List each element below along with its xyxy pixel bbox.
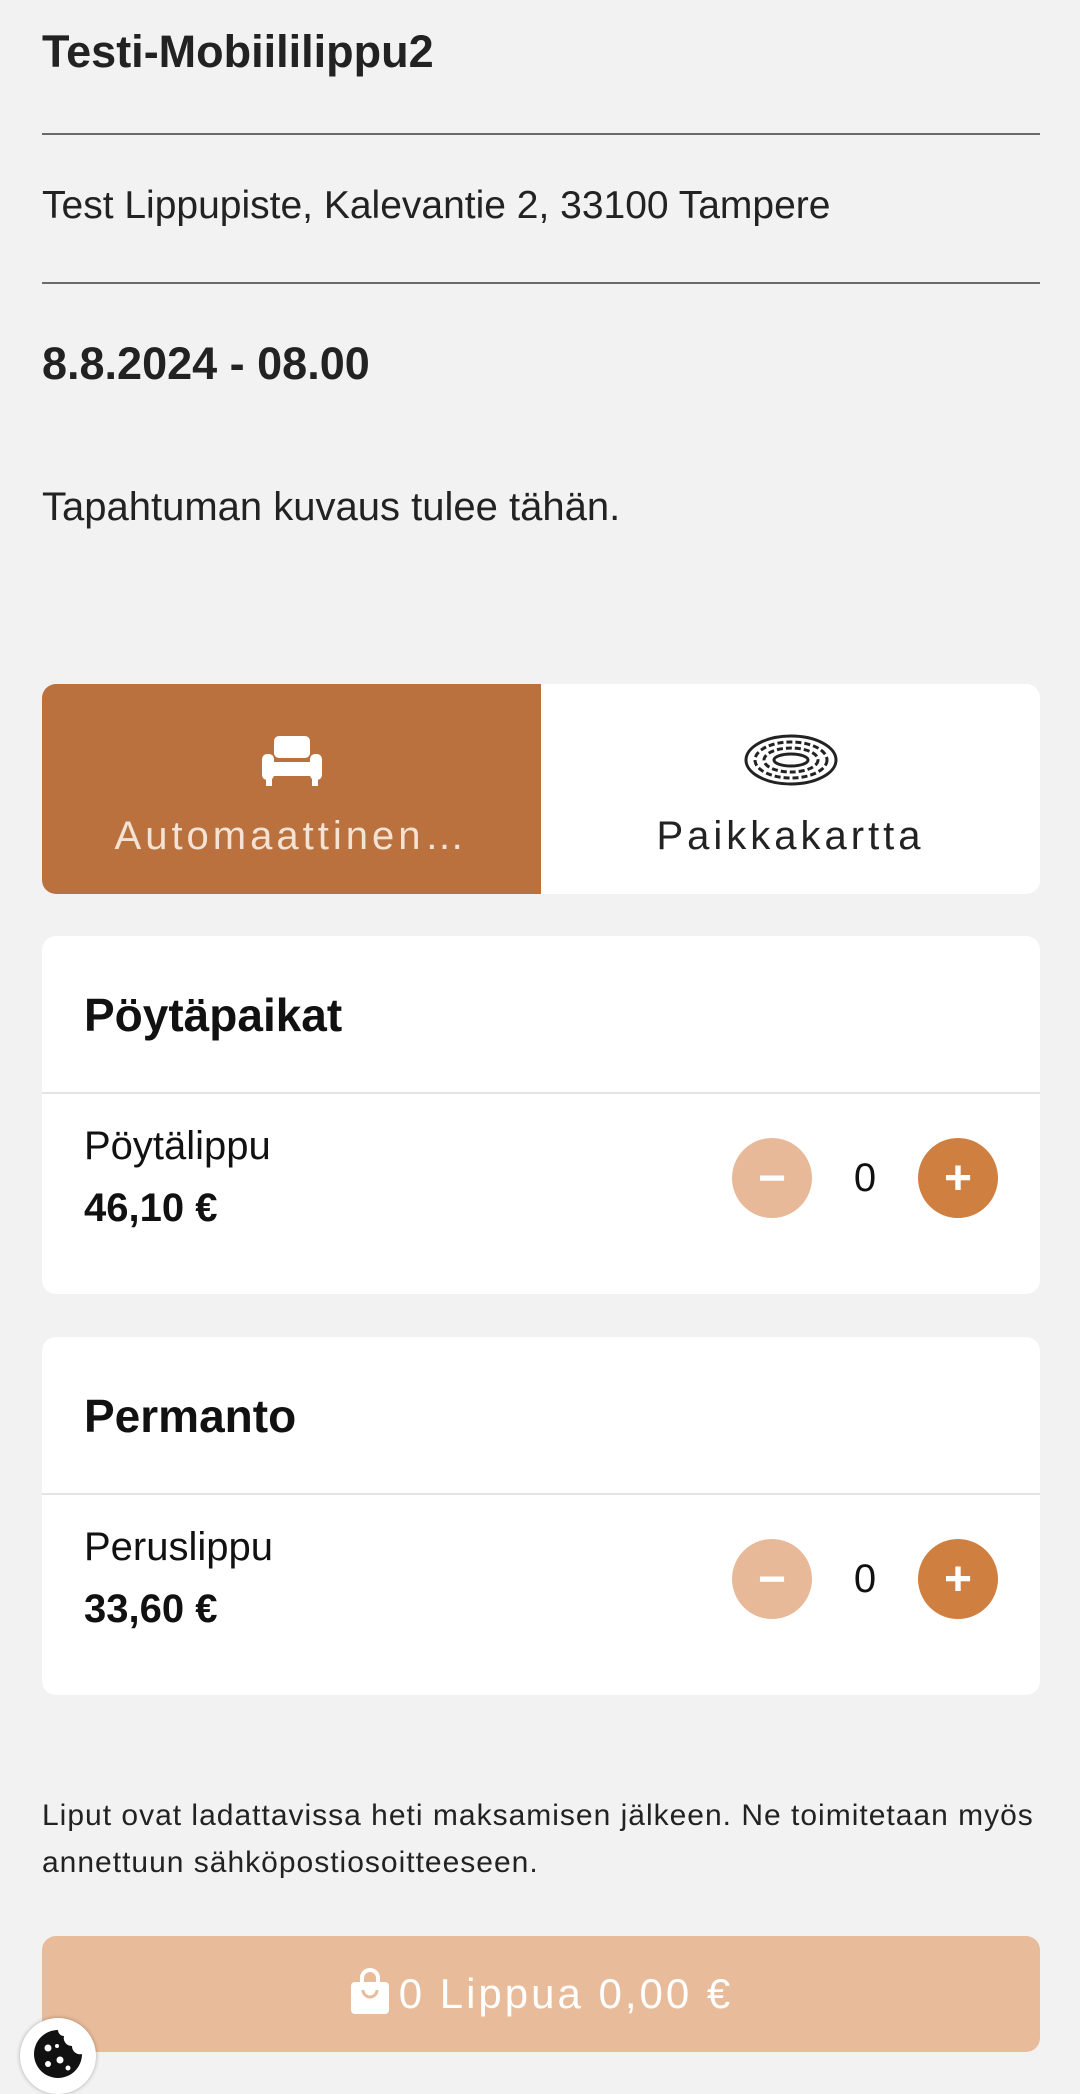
quantity-stepper: − 0 + bbox=[732, 1539, 998, 1619]
decrease-button[interactable]: − bbox=[732, 1539, 812, 1619]
event-venue: Test Lippupiste, Kalevantie 2, 33100 Tam… bbox=[42, 184, 831, 227]
ticket-row: Peruslippu 33,60 € − 0 + bbox=[42, 1495, 1040, 1695]
ticket-row: Pöytälippu 46,10 € − 0 + bbox=[42, 1094, 1040, 1294]
ticket-section-card: Pöytäpaikat Pöytälippu 46,10 € − 0 + bbox=[42, 936, 1040, 1294]
divider bbox=[42, 282, 1040, 284]
ticket-section-card: Permanto Peruslippu 33,60 € − 0 + bbox=[42, 1337, 1040, 1695]
section-header: Pöytäpaikat bbox=[42, 936, 1040, 1094]
automatic-seating-button[interactable]: Automaattinen… bbox=[42, 684, 541, 894]
ticket-name: Pöytälippu bbox=[84, 1124, 271, 1168]
quantity-value: 0 bbox=[853, 1556, 877, 1601]
divider bbox=[42, 133, 1040, 135]
ticket-name: Peruslippu bbox=[84, 1525, 274, 1569]
decrease-button[interactable]: − bbox=[732, 1138, 812, 1218]
cookie-icon bbox=[30, 2026, 86, 2087]
increase-button[interactable]: + bbox=[918, 1539, 998, 1619]
seat-map-label: Paikkakartta bbox=[656, 814, 925, 858]
section-title: Permanto bbox=[84, 1390, 297, 1442]
automatic-seating-label: Automaattinen… bbox=[114, 814, 469, 858]
quantity-value: 0 bbox=[853, 1155, 877, 1200]
section-title: Pöytäpaikat bbox=[84, 989, 343, 1041]
increase-button[interactable]: + bbox=[918, 1138, 998, 1218]
delivery-info-text: Liput ovat ladattavissa heti maksamisen … bbox=[42, 1799, 1034, 1879]
cookie-settings-button[interactable] bbox=[20, 2018, 96, 2094]
cart-button-label: 0 Lippua 0,00 € bbox=[398, 1970, 734, 2017]
event-datetime: 8.8.2024 - 08.00 bbox=[42, 338, 370, 389]
event-title: Testi-Mobiililippu2 bbox=[42, 26, 434, 77]
cart-button[interactable]: 0 Lippua 0,00 € bbox=[42, 1936, 1040, 2052]
stadium-icon bbox=[743, 730, 839, 790]
ticket-price: 33,60 € bbox=[84, 1587, 218, 1631]
seat-map-button[interactable]: Paikkakartta bbox=[541, 684, 1040, 894]
shopping-bag-icon bbox=[349, 1967, 391, 2021]
seat-mode-toggle: Automaattinen… Paikkakartta bbox=[42, 684, 1040, 894]
armchair-icon bbox=[260, 730, 324, 790]
event-description: Tapahtuman kuvaus tulee tähän. bbox=[42, 485, 621, 529]
section-header: Permanto bbox=[42, 1337, 1040, 1495]
ticket-price: 46,10 € bbox=[84, 1186, 218, 1230]
quantity-stepper: − 0 + bbox=[732, 1138, 998, 1218]
